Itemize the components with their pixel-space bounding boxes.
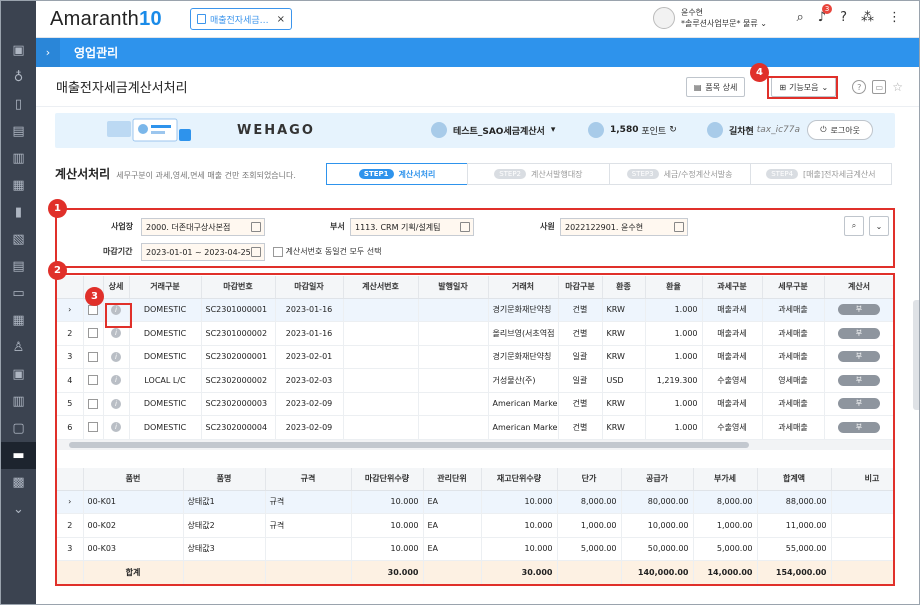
top-bar: Amaranth10 매출전자세금… × 윤수현 *솔루션사업부문* 물류 ⌄ … bbox=[36, 1, 919, 38]
step-label: 계산서발행대장 bbox=[531, 169, 583, 179]
document-icon bbox=[196, 14, 206, 24]
annotation-box-2 bbox=[55, 273, 895, 586]
document-gear-icon[interactable]: ▤ bbox=[1, 118, 36, 145]
stethoscope-icon[interactable]: ♁ bbox=[1, 64, 36, 91]
company-name: 테스트_SAO세금계산서 bbox=[453, 126, 545, 137]
building-icon[interactable]: ▥ bbox=[1, 388, 36, 415]
step-number: STEP2 bbox=[494, 169, 527, 179]
annotation-box-3 bbox=[105, 303, 132, 328]
user-dept: *솔루션사업부문* 물류 bbox=[680, 19, 758, 28]
star-icon[interactable]: ☆ bbox=[892, 80, 903, 94]
tab-tax-invoice[interactable]: 매출전자세금… × bbox=[189, 8, 293, 30]
toolbox-icon[interactable]: ▬ bbox=[1, 442, 36, 469]
logo-text: Amaranth bbox=[50, 7, 140, 30]
document-lines-icon[interactable]: ▤ bbox=[1, 253, 36, 280]
wehago-user-id: tax_ic77a bbox=[756, 125, 801, 135]
step-label: [매출]전자세금계산서 bbox=[803, 169, 876, 179]
briefcase-icon[interactable]: ▣ bbox=[1, 37, 36, 64]
banner-illustration-icon bbox=[107, 118, 191, 142]
calculator-icon[interactable]: ▦ bbox=[1, 307, 36, 334]
module-title: 영업관리 bbox=[74, 46, 119, 60]
side-panel-handle[interactable] bbox=[913, 300, 919, 410]
annotation-box-4 bbox=[767, 76, 838, 99]
person-lock-icon[interactable]: ♙ bbox=[1, 334, 36, 361]
step-navigator: STEP1 계산서처리 STEP2 계산서발행대장 STEP3 세금/수정계산서발송 … bbox=[326, 163, 892, 185]
gift-icon[interactable]: ▩ bbox=[1, 469, 36, 496]
wehago-banner: WEHAGO 테스트_SAO세금계산서 ▾ 1,580 포인트 ↻ 길차현 tax_… bbox=[55, 113, 895, 148]
help-icon[interactable]: ? bbox=[852, 80, 867, 94]
step-number: STEP3 bbox=[626, 169, 659, 179]
annotation-marker-2: 2 bbox=[48, 261, 67, 280]
avatar bbox=[652, 7, 675, 29]
step-label: 계산서처리 bbox=[398, 169, 436, 179]
top-icons: ⌕ ♪ 3 ? ⁂ ⋮ bbox=[797, 4, 901, 25]
points-label: 포인트 bbox=[641, 126, 667, 137]
monitor-gear-icon[interactable]: ▭ bbox=[1, 280, 36, 307]
list-icon: ▤ bbox=[693, 82, 702, 92]
user-dept-row: *솔루션사업부문* 물류 ⌄ bbox=[680, 19, 767, 28]
logout-button[interactable]: ⏻ 로그아웃 bbox=[807, 120, 873, 140]
chevron-right-icon[interactable]: › bbox=[36, 38, 60, 67]
annotation-box-1 bbox=[55, 208, 895, 268]
badge-icon[interactable]: ▢ bbox=[1, 415, 36, 442]
power-icon: ⏻ bbox=[820, 125, 827, 134]
step-label: 세금/수정계산서발송 bbox=[663, 169, 733, 179]
annotation-marker-3: 3 bbox=[85, 287, 104, 306]
annotation-marker-4: 4 bbox=[750, 63, 769, 82]
page-title: 매출전자세금계산서처리 bbox=[56, 81, 188, 96]
bar-chart-icon[interactable]: ▮ bbox=[1, 199, 36, 226]
user-name: 윤수현 bbox=[680, 8, 704, 17]
sidebar-top bbox=[1, 1, 36, 37]
refresh-icon[interactable]: ↻ bbox=[669, 125, 677, 135]
app-logo[interactable]: Amaranth10 bbox=[50, 8, 162, 31]
step-3[interactable]: STEP3 세금/수정계산서발송 bbox=[608, 163, 751, 185]
save-disk-icon[interactable]: ▣ bbox=[1, 361, 36, 388]
caret-down-icon: ▾ bbox=[550, 125, 556, 135]
company-selector[interactable]: 테스트_SAO세금계산서 ▾ bbox=[431, 122, 555, 138]
document-check-icon[interactable]: ▥ bbox=[1, 145, 36, 172]
logo-number: 10 bbox=[139, 7, 162, 30]
search-icon[interactable]: ⌕ bbox=[797, 10, 804, 25]
more-vertical-icon[interactable]: ⋮ bbox=[888, 10, 901, 25]
left-sidebar: ▣ ♁ ▯ ▤ ▥ ▦ ▮ ▧ ▤ ▭ ▦ ♙ ▣ ▥ ▢ ▬ ▩ ⌄ bbox=[1, 1, 36, 604]
wehago-user-name: 길차현 bbox=[729, 126, 754, 137]
notification-badge: 3 bbox=[822, 4, 833, 14]
step-4[interactable]: STEP4 [매출]전자세금계산서 bbox=[749, 163, 892, 185]
user-icon bbox=[707, 122, 723, 138]
org-chart-icon[interactable]: ⁂ bbox=[861, 10, 874, 25]
chevron-down-icon[interactable]: ⌄ bbox=[1, 496, 36, 523]
annotation-marker-1: 1 bbox=[48, 199, 67, 218]
document-settings-icon[interactable]: ▦ bbox=[1, 172, 36, 199]
close-icon[interactable]: × bbox=[277, 14, 285, 25]
help-icon[interactable]: ? bbox=[840, 10, 847, 25]
logout-label: 로그아웃 bbox=[830, 125, 860, 135]
folder-gear-icon[interactable]: ▧ bbox=[1, 226, 36, 253]
item-detail-button[interactable]: ▤ 품목 상세 bbox=[685, 77, 746, 97]
wehago-user: 길차현 tax_ic77a bbox=[707, 122, 800, 138]
wehago-logo: WEHAGO bbox=[237, 123, 315, 138]
section-description: 세무구분이 과세,영세,면세 매출 건만 조회되었습니다. bbox=[116, 171, 296, 180]
points-display: 1,580 포인트 ↻ bbox=[588, 122, 677, 138]
item-detail-label: 품목 상세 bbox=[705, 82, 738, 92]
user-profile[interactable]: 윤수현 *솔루션사업부문* 물류 ⌄ bbox=[652, 7, 767, 29]
section-title: 계산서처리 bbox=[55, 167, 111, 181]
step-1[interactable]: STEP1 계산서처리 bbox=[326, 163, 469, 185]
tab-label: 매출전자세금… bbox=[209, 15, 269, 26]
step-number: STEP1 bbox=[358, 169, 394, 179]
step-2[interactable]: STEP2 계산서발행대장 bbox=[467, 163, 610, 185]
points-value: 1,580 bbox=[610, 125, 639, 135]
section-header: 계산서처리 세무구분이 과세,영세,면세 매출 건만 조회되었습니다. bbox=[55, 165, 296, 182]
company-icon bbox=[431, 122, 447, 138]
flask-icon[interactable]: ▯ bbox=[1, 91, 36, 118]
inbox-icon[interactable]: ▭ bbox=[872, 80, 887, 94]
step-number: STEP4 bbox=[766, 169, 799, 179]
module-bar: › 영업관리 bbox=[36, 38, 919, 67]
bell-icon[interactable]: ♪ 3 bbox=[818, 4, 833, 25]
points-icon bbox=[588, 122, 604, 138]
